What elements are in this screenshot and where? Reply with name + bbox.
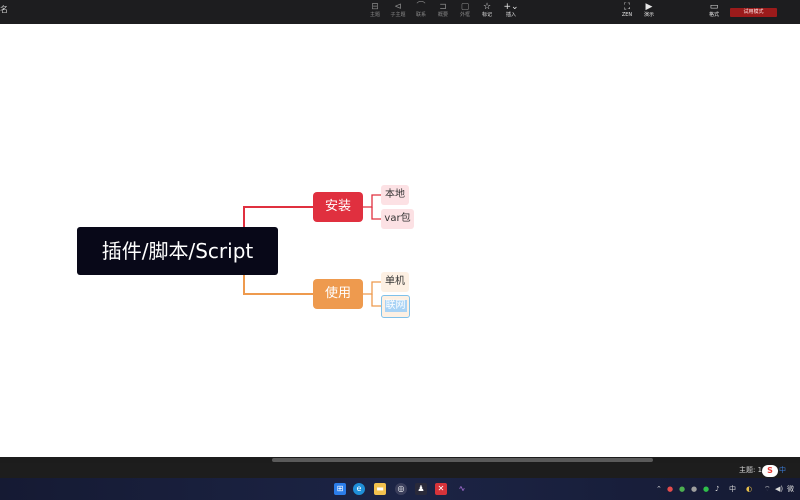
plus-icon: +⌄: [503, 2, 518, 12]
format-button[interactable]: ▭ 格式: [701, 2, 727, 22]
edge-browser-icon[interactable]: e: [353, 483, 365, 495]
status-bar: 主题: 1/ S 中: [0, 463, 800, 478]
wave-app-icon[interactable]: ∿: [456, 483, 468, 495]
tray-wechat-icon[interactable]: ●: [703, 484, 709, 494]
connector-use-online: [372, 294, 381, 306]
mindmap-canvas[interactable]: 插件/脚本/Script 安装 使用 本地 var包 单机 联网: [0, 24, 800, 457]
panel-icon: ▭: [710, 2, 719, 12]
leaf-var-package[interactable]: var包: [381, 209, 414, 229]
file-explorer-icon[interactable]: ▬: [374, 483, 386, 495]
branch-install[interactable]: 安装: [313, 192, 363, 222]
microphone-icon[interactable]: ♪: [715, 484, 719, 494]
top-toolbar: 名 ⊟ 主题 ⊲ 子主题 ⌒ 联系 ⊐ 概要 ▢ 外框 ☆ 标记 +⌄ 插入: [0, 0, 800, 24]
connector-root-install: [244, 207, 313, 227]
leaf-online-editing[interactable]: 联网: [381, 295, 410, 318]
connector-root-use: [244, 275, 313, 294]
tray-lang-indicator[interactable]: 中: [729, 484, 736, 494]
connector-install-pkg: [372, 207, 381, 219]
star-icon: ☆: [483, 2, 491, 12]
present-button[interactable]: ▶ 演示: [636, 2, 662, 22]
branch-use[interactable]: 使用: [313, 279, 363, 309]
boundary-icon: ▢: [461, 2, 470, 12]
leaf-local[interactable]: 本地: [381, 185, 409, 205]
windows-start-icon[interactable]: ⊞: [334, 483, 346, 495]
root-topic[interactable]: 插件/脚本/Script: [77, 227, 278, 275]
play-icon: ▶: [646, 2, 653, 12]
app-window: 名 ⊟ 主题 ⊲ 子主题 ⌒ 联系 ⊐ 概要 ▢ 外框 ☆ 标记 +⌄ 插入: [0, 0, 800, 500]
connector-install-local: [363, 195, 381, 207]
marker-button[interactable]: ☆ 标记: [474, 2, 500, 22]
fullscreen-icon: ⛶: [624, 2, 630, 12]
tray-ime-skin-icon[interactable]: ◐: [746, 484, 752, 494]
qq-penguin-icon[interactable]: ♟: [415, 483, 427, 495]
media-player-icon[interactable]: ◎: [395, 483, 407, 495]
wifi-icon[interactable]: ⌔: [764, 484, 771, 494]
file-name-fragment: 名: [0, 4, 8, 15]
theme-page-label: 主题: 1/: [739, 465, 764, 475]
subtopic-icon: ⊲: [394, 2, 402, 12]
tray-expand-icon[interactable]: ⌃: [656, 484, 662, 494]
insert-button[interactable]: +⌄ 插入: [498, 2, 524, 22]
try-mode-button[interactable]: 试用模式: [730, 8, 777, 17]
tray-app-green-icon[interactable]: ●: [679, 484, 685, 494]
ime-logo-icon[interactable]: S: [762, 465, 778, 477]
relationship-icon: ⌒: [416, 2, 425, 12]
volume-icon[interactable]: ◀): [775, 484, 783, 494]
topic-icon: ⊟: [371, 2, 379, 12]
summary-icon: ⊐: [439, 2, 447, 12]
ime-lang-indicator[interactable]: 中: [779, 465, 786, 475]
tray-app-red-icon[interactable]: ●: [667, 484, 673, 494]
selected-text[interactable]: 联网: [385, 300, 407, 312]
leaf-single-player[interactable]: 单机: [381, 272, 409, 292]
connector-use-single: [363, 282, 381, 294]
tray-wechat-label[interactable]: 微: [787, 484, 794, 494]
xmind-app-icon[interactable]: ✕: [435, 483, 447, 495]
scrollbar-thumb[interactable]: [272, 458, 653, 462]
tray-app-gray-icon[interactable]: ●: [691, 484, 697, 494]
